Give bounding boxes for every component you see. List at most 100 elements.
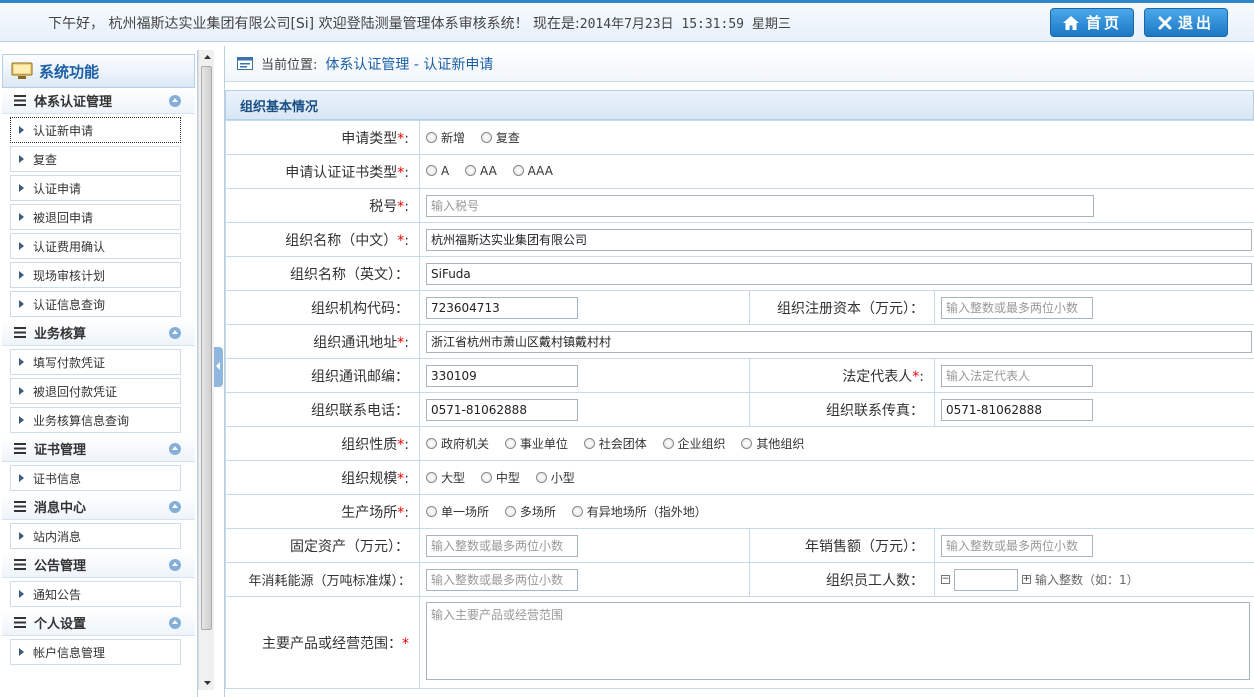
postcode-input[interactable] bbox=[426, 364, 578, 387]
sidebar-item-label: 被退回付款凭证 bbox=[33, 384, 118, 399]
minus-icon[interactable]: − bbox=[941, 575, 950, 584]
sidebar-scrollbar[interactable] bbox=[198, 50, 214, 690]
form-row: 固定资产（万元）： 年销售额（万元）： bbox=[225, 528, 1254, 563]
field-label: 组织名称（中文）*: bbox=[225, 222, 420, 257]
sidebar-item-new-application[interactable]: 认证新申请 bbox=[10, 117, 181, 143]
sidebar-toggle-handle[interactable] bbox=[214, 347, 223, 387]
scroll-down-icon[interactable] bbox=[199, 676, 215, 690]
menu-group-personal[interactable]: 个人设置 bbox=[2, 610, 195, 636]
home-icon bbox=[1062, 15, 1079, 30]
breadcrumb-label: 当前位置: bbox=[261, 58, 318, 73]
sidebar-item-returned[interactable]: 被退回申请 bbox=[10, 204, 181, 230]
fixed-assets-input[interactable] bbox=[426, 534, 578, 557]
radio-nature-social[interactable]: 社会团体 bbox=[583, 435, 647, 452]
collapse-icon[interactable] bbox=[169, 327, 181, 339]
sidebar-item-cert-apply[interactable]: 认证申请 bbox=[10, 175, 181, 201]
menu-group-messages[interactable]: 消息中心 bbox=[2, 494, 195, 520]
menu-group-label: 消息中心 bbox=[34, 501, 87, 516]
sidebar-item-label: 认证新申请 bbox=[33, 123, 94, 138]
arrow-right-icon bbox=[19, 532, 24, 540]
radio-nature-gov[interactable]: 政府机关 bbox=[426, 435, 489, 452]
menu-group-label: 体系认证管理 bbox=[34, 95, 113, 110]
arrow-right-icon bbox=[19, 590, 24, 598]
radio-site-remote[interactable]: 有异地场所（指外地） bbox=[571, 503, 707, 520]
radio-apply-new[interactable]: 新增 bbox=[426, 129, 465, 146]
radio-cert-a[interactable]: A bbox=[426, 164, 449, 178]
sidebar-item-fee-confirm[interactable]: 认证费用确认 bbox=[10, 233, 181, 259]
radio-scale-large[interactable]: 大型 bbox=[426, 469, 465, 486]
sidebar-item-cert-info[interactable]: 证书信息 bbox=[10, 465, 181, 491]
form-row: 组织性质*: 政府机关 事业单位 社会团体 企业组织 其他组织 bbox=[225, 426, 1254, 461]
field-label: 组织员工人数： bbox=[749, 562, 935, 597]
radio-scale-small[interactable]: 小型 bbox=[535, 469, 575, 486]
menu-group-cert[interactable]: 体系认证管理 bbox=[2, 88, 195, 114]
list-icon bbox=[14, 95, 26, 106]
home-button[interactable]: 首页 bbox=[1050, 8, 1134, 37]
fax-input[interactable] bbox=[941, 398, 1093, 421]
sidebar: 系统功能 体系认证管理 认证新申请 复查 认证申请 被退回申请 认证费用确认 现… bbox=[0, 50, 198, 697]
exit-button[interactable]: 退出 bbox=[1144, 8, 1228, 37]
radio-nature-other[interactable]: 其他组织 bbox=[741, 435, 804, 452]
collapse-icon[interactable] bbox=[169, 617, 181, 629]
sidebar-item-accounting-query[interactable]: 业务核算信息查询 bbox=[10, 407, 181, 433]
sidebar-item-audit-plan[interactable]: 现场审核计划 bbox=[10, 262, 181, 288]
products-textarea[interactable] bbox=[426, 602, 1250, 680]
field-label: 组织性质*: bbox=[225, 426, 420, 461]
annual-sales-input[interactable] bbox=[941, 534, 1093, 557]
radio-scale-medium[interactable]: 中型 bbox=[480, 469, 520, 486]
sidebar-title: 系统功能 bbox=[2, 54, 195, 88]
tax-number-input[interactable] bbox=[426, 194, 1094, 217]
sidebar-item-payment-voucher[interactable]: 填写付款凭证 bbox=[10, 349, 181, 375]
phone-input[interactable] bbox=[426, 398, 578, 421]
sidebar-item-cert-query[interactable]: 认证信息查询 bbox=[10, 291, 181, 317]
window-icon bbox=[237, 57, 253, 70]
form-row: 申请类型*: 新增 复查 bbox=[225, 120, 1254, 155]
radio-site-single[interactable]: 单一场所 bbox=[426, 503, 489, 520]
radio-nature-enterprise[interactable]: 企业组织 bbox=[662, 435, 726, 452]
sidebar-item-inbox[interactable]: 站内消息 bbox=[10, 523, 181, 549]
sidebar-item-label: 认证信息查询 bbox=[33, 297, 106, 312]
field-label: 申请类型*: bbox=[225, 120, 420, 155]
arrow-right-icon bbox=[19, 387, 24, 395]
scroll-up-icon[interactable] bbox=[199, 50, 215, 64]
menu-group-accounting[interactable]: 业务核算 bbox=[2, 320, 195, 346]
collapse-icon[interactable] bbox=[169, 501, 181, 513]
collapse-icon[interactable] bbox=[169, 95, 181, 107]
plus-icon[interactable]: + bbox=[1022, 575, 1031, 584]
sidebar-item-account[interactable]: 帐户信息管理 bbox=[10, 639, 181, 665]
radio-cert-aaa[interactable]: AAA bbox=[512, 164, 553, 178]
form-row: 组织名称（英文）： bbox=[225, 256, 1254, 291]
menu-group-label: 公告管理 bbox=[34, 559, 87, 574]
radio-apply-review[interactable]: 复查 bbox=[480, 129, 520, 146]
org-code-input[interactable] bbox=[426, 296, 578, 319]
main-content: 当前位置: 体系认证管理 - 认证新申请 组织基本情况 申请类型*: 新增 复查… bbox=[224, 46, 1254, 697]
reg-capital-input[interactable] bbox=[941, 296, 1093, 319]
arrow-right-icon bbox=[19, 126, 24, 134]
arrow-right-icon bbox=[19, 358, 24, 366]
sidebar-item-returned-voucher[interactable]: 被退回付款凭证 bbox=[10, 378, 181, 404]
sidebar-item-review[interactable]: 复查 bbox=[10, 146, 181, 172]
legal-rep-input[interactable] bbox=[941, 364, 1093, 387]
welcome-text: 下午好， 杭州福斯达实业集团有限公司[Si] 欢迎登陆测量管理体系审核系统！ 现… bbox=[48, 13, 791, 33]
menu-group-certificates[interactable]: 证书管理 bbox=[2, 436, 195, 462]
collapse-icon[interactable] bbox=[169, 559, 181, 571]
org-name-cn-input[interactable] bbox=[426, 228, 1252, 251]
staff-count-input[interactable] bbox=[954, 568, 1018, 591]
field-label: 固定资产（万元）： bbox=[225, 528, 420, 563]
radio-cert-aa[interactable]: AA bbox=[465, 164, 497, 178]
field-label: 生产场所*: bbox=[225, 494, 420, 529]
form-row: 组织名称（中文）*: bbox=[225, 222, 1254, 257]
arrow-right-icon bbox=[19, 300, 24, 308]
radio-site-multi[interactable]: 多场所 bbox=[504, 503, 556, 520]
scrollbar-thumb[interactable] bbox=[201, 66, 212, 630]
sidebar-item-notices[interactable]: 通知公告 bbox=[10, 581, 181, 607]
energy-input[interactable] bbox=[426, 568, 578, 591]
collapse-icon[interactable] bbox=[169, 443, 181, 455]
radio-nature-institution[interactable]: 事业单位 bbox=[504, 435, 568, 452]
staff-count-stepper: − + 输入整数（如：1） bbox=[941, 568, 1139, 591]
field-label: 组织注册资本（万元）： bbox=[749, 290, 935, 325]
org-name-en-input[interactable] bbox=[426, 262, 1252, 285]
arrow-right-icon bbox=[19, 213, 24, 221]
menu-group-announcements[interactable]: 公告管理 bbox=[2, 552, 195, 578]
address-input[interactable] bbox=[426, 330, 1252, 353]
